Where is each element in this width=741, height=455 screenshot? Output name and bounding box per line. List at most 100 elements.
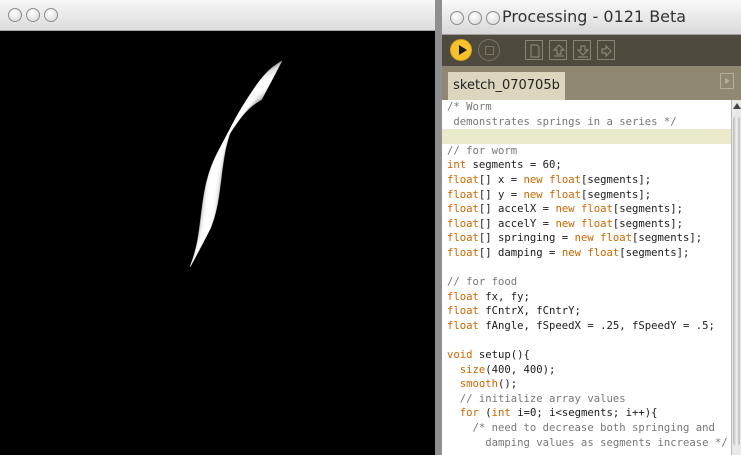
worm-segment <box>207 65 280 235</box>
code-token: /* need to decrease both springing and <box>447 422 715 435</box>
close-window-button[interactable] <box>8 8 22 22</box>
sketch-window <box>0 0 435 455</box>
code-token: [] accelX = <box>478 203 556 216</box>
code-token: segments = 60; <box>466 159 562 172</box>
code-token: new <box>555 217 575 230</box>
code-token: float <box>447 319 479 332</box>
vertical-scrollbar[interactable] <box>731 100 741 455</box>
zoom-window-button[interactable] <box>486 11 500 25</box>
sketch-window-titlebar[interactable] <box>0 0 435 31</box>
code-token: [segments]; <box>619 246 690 259</box>
editor-window-title: Processing - 0121 Beta <box>502 7 687 26</box>
code-token: size <box>459 363 486 376</box>
code-token: for <box>459 407 479 420</box>
code-line[interactable]: float[] damping = new float[segments]; <box>442 246 731 261</box>
code-line[interactable]: /* need to decrease both springing and <box>442 421 731 436</box>
scroll-up-arrow-icon[interactable] <box>733 103 741 109</box>
toolbar <box>442 35 741 66</box>
zoom-window-button[interactable] <box>44 8 58 22</box>
code-line[interactable]: // initialize array values <box>442 392 731 407</box>
code-token: i=0; i<segments; i++){ <box>510 407 658 420</box>
code-token: [segments]; <box>580 188 652 201</box>
code-token: float <box>549 188 581 201</box>
editor-window-titlebar[interactable]: Processing - 0121 Beta <box>442 0 741 35</box>
code-line[interactable]: int segments = 60; <box>442 158 731 173</box>
code-token: float <box>580 203 613 216</box>
code-line[interactable] <box>442 334 731 349</box>
new-button[interactable] <box>525 40 543 60</box>
export-button[interactable] <box>597 40 615 60</box>
code-line[interactable]: float fCntrX, fCntrY; <box>442 304 731 319</box>
code-line[interactable]: damping values as segments increase */ <box>442 436 731 451</box>
worm-segment <box>209 61 282 231</box>
code-line[interactable]: /* Worm <box>442 100 731 115</box>
scrollbar-thumb[interactable] <box>733 116 740 446</box>
code-token: // initialize array values <box>447 392 626 405</box>
code-token: float <box>549 173 581 186</box>
worm-segment <box>209 60 283 230</box>
code-line[interactable]: float[] accelY = new float[segments]; <box>442 217 731 232</box>
tab-menu-button[interactable] <box>720 73 734 89</box>
code-line[interactable]: // for worm <box>442 144 731 159</box>
worm-segment <box>204 70 278 239</box>
code-line[interactable]: void setup(){ <box>442 348 731 363</box>
stop-button[interactable] <box>478 39 500 61</box>
worm-segment <box>206 66 280 236</box>
minimize-window-button[interactable] <box>468 11 482 25</box>
code-line[interactable]: float[] y = new float[segments]; <box>442 188 731 203</box>
code-token: setup(){ <box>472 349 530 362</box>
minimize-window-button[interactable] <box>26 8 40 22</box>
code-line[interactable] <box>442 261 731 276</box>
code-token: damping values as segments increase */ <box>447 436 728 449</box>
code-token: int <box>491 407 511 420</box>
code-token: (400, 400); <box>485 363 556 376</box>
code-line[interactable]: float[] springing = new float[segments]; <box>442 231 731 246</box>
save-arrow-icon <box>576 45 590 58</box>
code-line[interactable]: float fx, fy; <box>442 290 731 305</box>
open-button[interactable] <box>549 40 567 60</box>
save-button[interactable] <box>573 40 591 60</box>
code-token: ( <box>478 407 492 420</box>
code-line[interactable]: float fAngle, fSpeedX = .25, fSpeedY = .… <box>442 319 731 334</box>
code-token: float <box>447 203 479 216</box>
code-token: int <box>447 159 467 172</box>
code-token: float <box>447 305 479 318</box>
code-token: [] accelY = <box>478 217 556 230</box>
code-line[interactable]: float[] x = new float[segments]; <box>442 173 731 188</box>
run-button[interactable] <box>450 39 472 61</box>
code-token: smooth <box>459 378 499 391</box>
code-token: new <box>523 173 543 186</box>
code-line[interactable]: size(400, 400); <box>442 363 731 378</box>
new-file-icon <box>530 44 540 58</box>
code-line[interactable]: smooth(); <box>442 377 731 392</box>
open-arrow-icon <box>552 44 566 57</box>
code-line[interactable] <box>442 129 731 144</box>
code-token: [segments]; <box>612 203 684 216</box>
code-token: [] y = <box>478 188 524 201</box>
code-token: float <box>447 188 479 201</box>
code-editor[interactable]: /* Worm demonstrates springs in a series… <box>442 100 731 455</box>
code-token: /* Worm <box>447 101 492 113</box>
worm-segment <box>208 62 282 232</box>
editor-window: Processing - 0121 Beta sketch_070705b /*… <box>442 0 741 455</box>
code-line[interactable]: for (int i=0; i<segments; i++){ <box>442 406 731 421</box>
code-token: void <box>447 349 473 362</box>
worm-segment <box>205 68 279 237</box>
code-token: float <box>447 246 479 259</box>
close-window-button[interactable] <box>450 11 464 25</box>
code-line[interactable]: float[] accelX = new float[segments]; <box>442 202 731 217</box>
code-token: // for worm <box>447 144 518 157</box>
code-line[interactable]: demonstrates springs in a series */ <box>442 115 731 130</box>
code-token: [] springing = <box>478 232 575 245</box>
sketch-canvas[interactable] <box>0 31 435 455</box>
code-token: fCntrX, fCntrY; <box>478 305 581 318</box>
code-token: (); <box>498 378 518 391</box>
code-token: new <box>523 188 543 201</box>
code-token: // for food <box>447 276 518 289</box>
code-line[interactable]: // for food <box>442 275 731 290</box>
code-token: [] damping = <box>478 246 562 259</box>
tab-sketch[interactable]: sketch_070705b § <box>448 72 565 120</box>
code-token: new <box>561 246 581 259</box>
code-token: float <box>600 232 632 245</box>
